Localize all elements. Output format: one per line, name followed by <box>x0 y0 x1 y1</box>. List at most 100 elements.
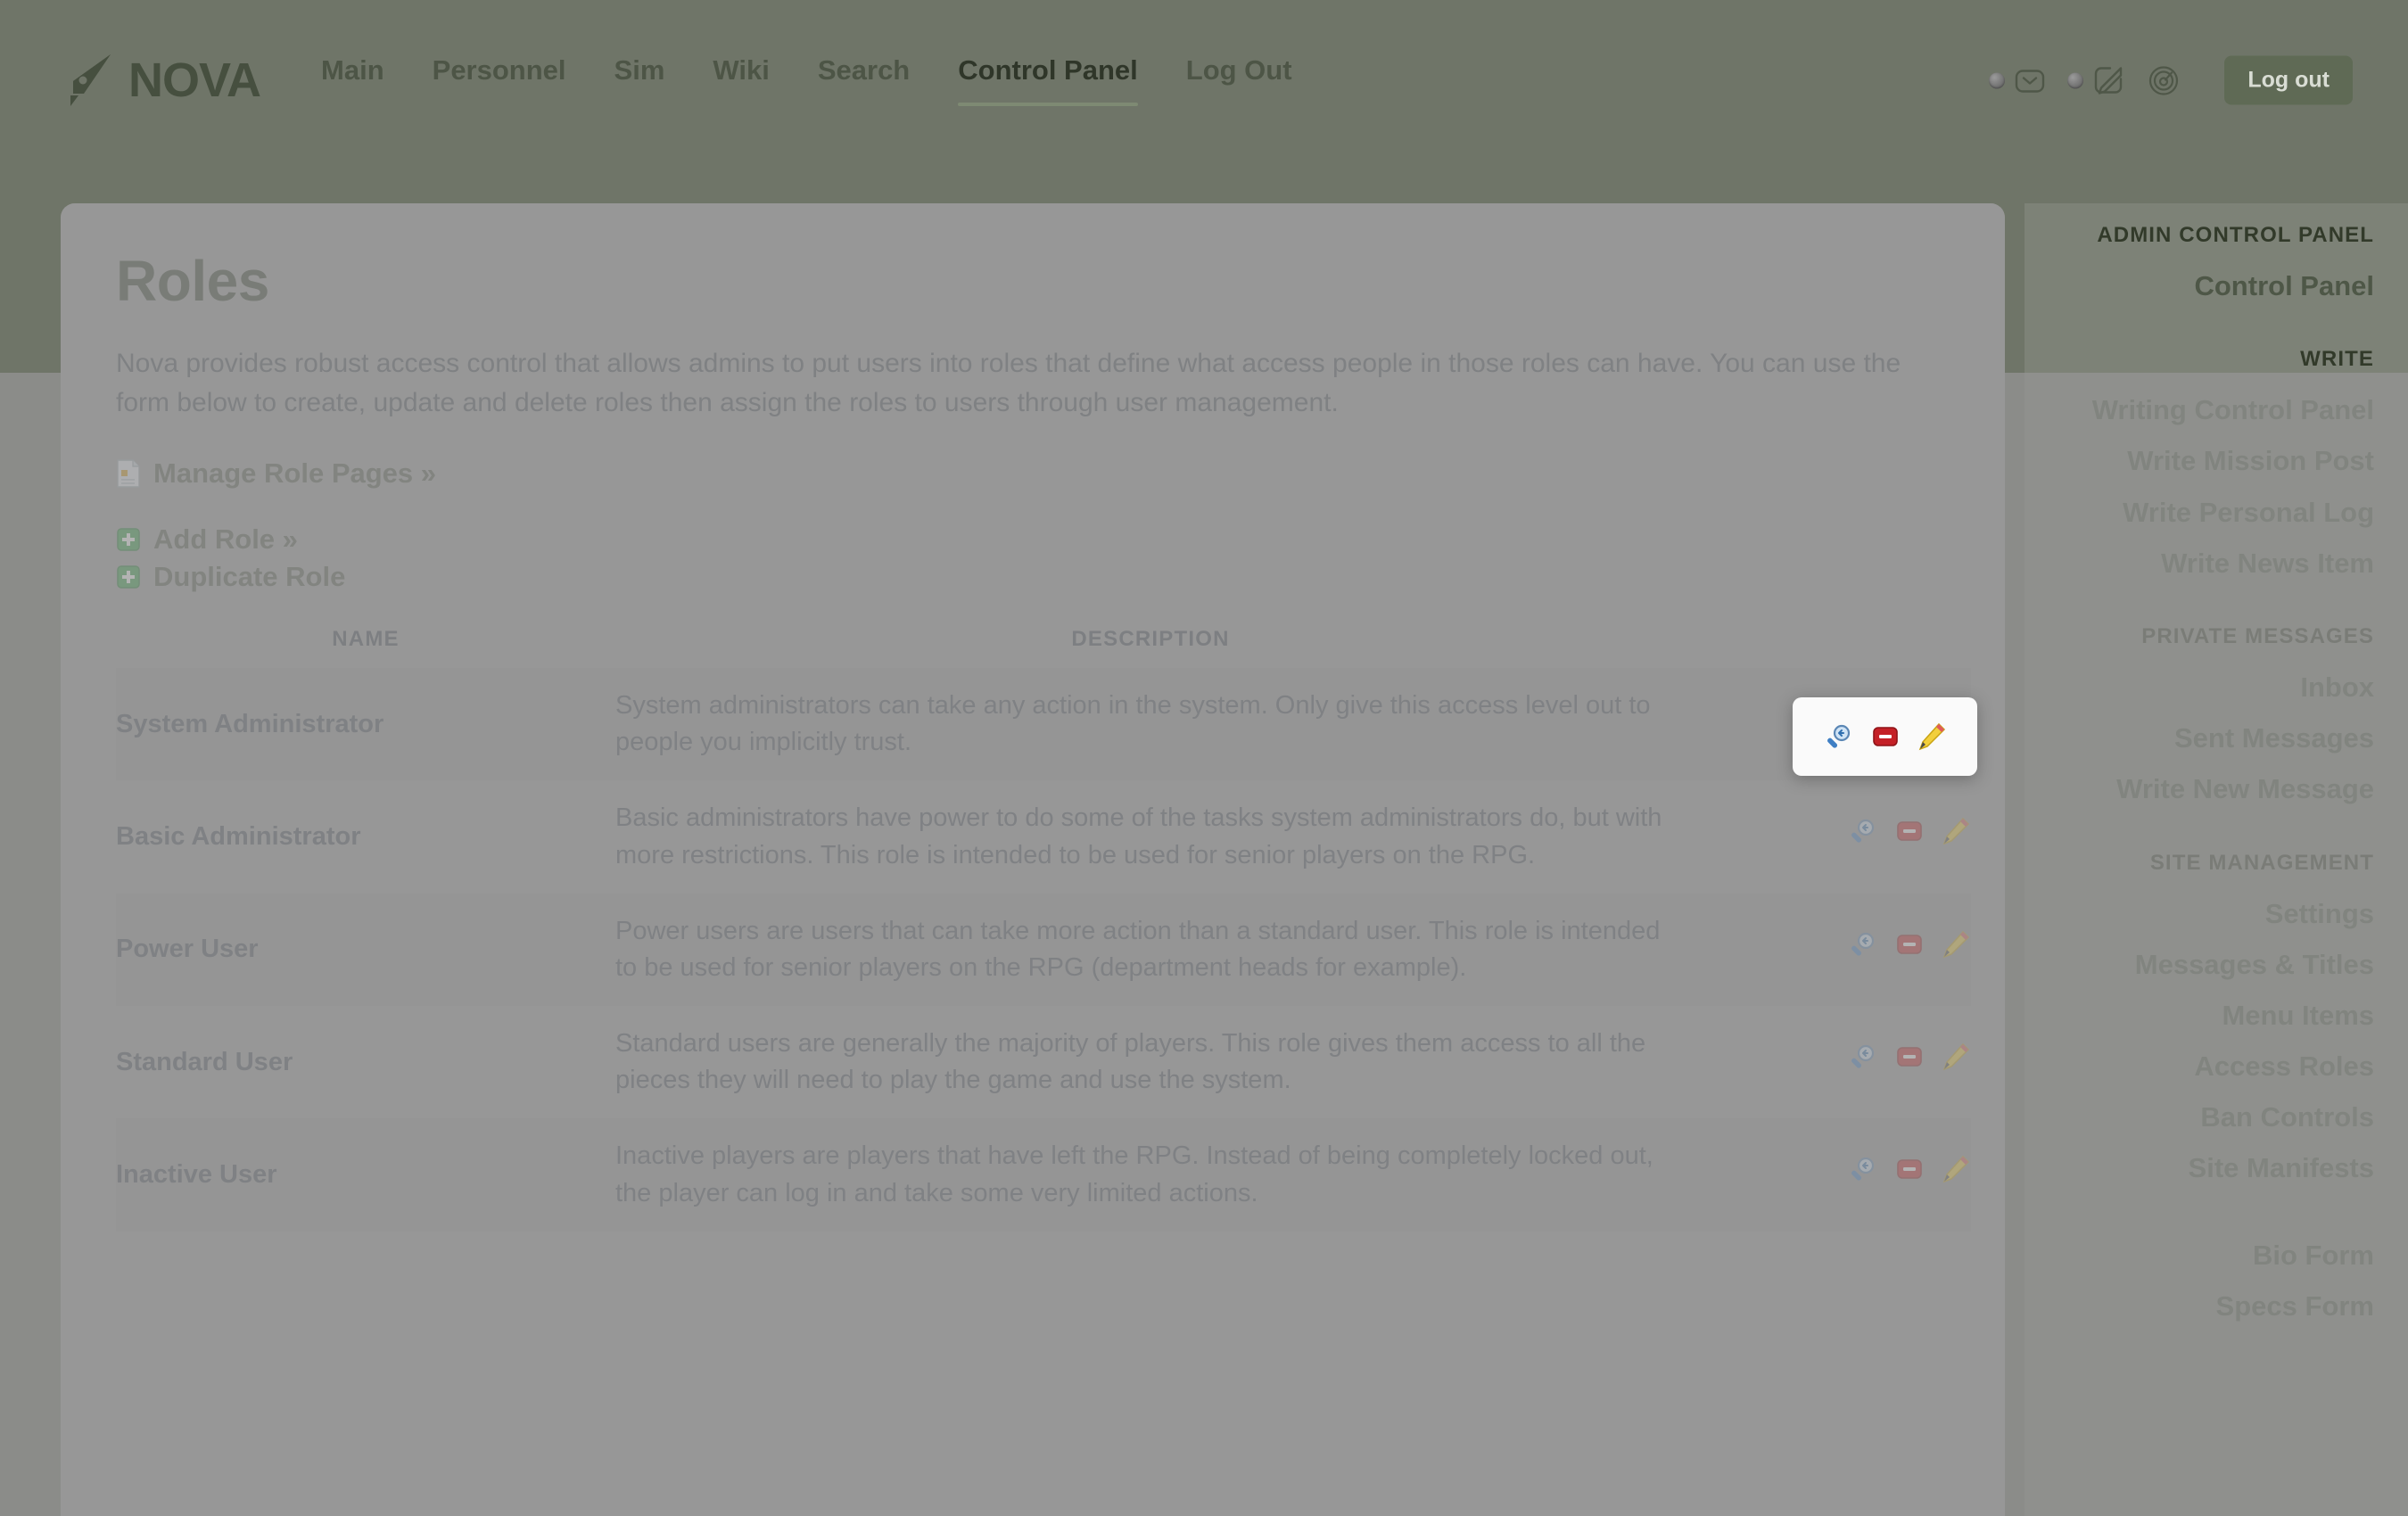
role-description: System administrators can take any actio… <box>615 668 1686 781</box>
column-header-description: DESCRIPTION <box>1071 627 1230 651</box>
sidebar-heading-write: WRITE <box>2300 347 2374 372</box>
sidebar-item-specs-form[interactable]: Specs Form <box>2025 1281 2374 1331</box>
logout-button[interactable]: Log out <box>2224 55 2353 105</box>
nav-item-log-out[interactable]: Log Out <box>1186 54 1292 106</box>
page-icon <box>116 459 141 488</box>
role-name: Inactive User <box>116 1118 615 1232</box>
view-icon[interactable] <box>1848 929 1878 960</box>
sidebar-group-admin: ADMIN CONTROL PANEL Control Panel <box>2025 223 2374 311</box>
sidebar-item-site-manifests[interactable]: Site Manifests <box>2025 1142 2374 1193</box>
view-icon[interactable] <box>1848 1042 1878 1072</box>
sidebar-group-private-messages: PRIVATE MESSAGES Inbox Sent Messages Wri… <box>2025 624 2374 815</box>
sidebar-heading-private-messages: PRIVATE MESSAGES <box>2141 623 2374 648</box>
delete-icon[interactable] <box>1894 1154 1925 1184</box>
row-action-group <box>1848 1154 1971 1184</box>
nav-item-wiki[interactable]: Wiki <box>713 54 769 106</box>
view-icon[interactable] <box>1824 721 1854 752</box>
admin-sidebar: ADMIN CONTROL PANEL Control Panel WRITE … <box>2025 203 2408 1516</box>
edit-icon[interactable] <box>1941 1154 1971 1184</box>
sidebar-heading-site-management: SITE MANAGEMENT <box>2149 850 2374 875</box>
main-content-card: Roles Nova provides robust access contro… <box>61 203 2005 1516</box>
sidebar-item-write-mission-post[interactable]: Write Mission Post <box>2025 435 2374 486</box>
role-description: Standard users are generally the majorit… <box>615 1029 1646 1095</box>
row-actions-popover <box>1793 697 1977 776</box>
radar-icon[interactable] <box>2146 62 2181 98</box>
sidebar-item-menu-items[interactable]: Menu Items <box>2025 990 2374 1041</box>
nav-item-control-panel[interactable]: Control Panel <box>958 54 1138 106</box>
delete-icon[interactable] <box>1894 816 1925 846</box>
column-header-actions <box>1686 618 1971 668</box>
row-action-group <box>1848 1042 1971 1072</box>
brand-logo[interactable]: NOVA <box>61 51 261 110</box>
view-icon[interactable] <box>1848 1154 1878 1184</box>
sidebar-item-settings[interactable]: Settings <box>2025 888 2374 939</box>
brand-name: NOVA <box>128 54 261 107</box>
page-intro-text: Nova provides robust access control that… <box>116 349 1901 417</box>
mail-badge-dot-icon <box>1989 72 2006 88</box>
sidebar-item-writing-control-panel[interactable]: Writing Control Panel <box>2025 384 2374 435</box>
table-header-row: NAME DESCRIPTION <box>116 618 1971 668</box>
roles-table-head: NAME DESCRIPTION <box>116 618 1971 668</box>
sidebar-divider-2 <box>2025 589 2374 624</box>
plus-green-icon <box>116 525 141 554</box>
roles-table-body: System Administrator System administrato… <box>116 668 1971 1232</box>
sidebar-item-bio-form[interactable]: Bio Form <box>2025 1230 2374 1281</box>
add-role-link[interactable]: Add Role » <box>116 523 1950 556</box>
role-description: Inactive players are players that have l… <box>615 1118 1686 1232</box>
page-title: Roles <box>116 249 269 313</box>
edit-icon[interactable] <box>1941 1042 1971 1072</box>
role-name: Basic Administrator <box>116 821 361 851</box>
nav-item-main[interactable]: Main <box>321 54 384 106</box>
sidebar-divider-3 <box>2025 815 2374 851</box>
delete-icon[interactable] <box>1870 721 1901 752</box>
sidebar-item-ban-controls[interactable]: Ban Controls <box>2025 1092 2374 1142</box>
site-header: NOVA Main Personnel Sim Wiki Search Cont… <box>0 0 2408 161</box>
plus-green-icon <box>116 563 141 591</box>
role-description: Power users are users that can take more… <box>615 893 1686 1007</box>
edit-icon[interactable] <box>1941 929 1971 960</box>
sidebar-item-control-panel[interactable]: Control Panel <box>2025 260 2374 311</box>
sidebar-item-messages-and-titles[interactable]: Messages & Titles <box>2025 939 2374 990</box>
mail-action[interactable] <box>1989 62 2048 98</box>
sidebar-group-forms: Bio Form Specs Form <box>2025 1230 2374 1331</box>
nav-item-sim[interactable]: Sim <box>614 54 665 106</box>
delete-icon[interactable] <box>1894 1042 1925 1072</box>
sidebar-group-site-management: SITE MANAGEMENT Settings Messages & Titl… <box>2025 851 2374 1194</box>
duplicate-role-link[interactable]: Duplicate Role <box>116 561 1950 593</box>
role-actions <box>1686 780 1971 893</box>
role-name: System Administrator <box>116 668 615 781</box>
role-actions <box>1686 893 1971 1007</box>
sidebar-item-inbox[interactable]: Inbox <box>2025 662 2374 713</box>
sidebar-group-write: WRITE Writing Control Panel Write Missio… <box>2025 347 2374 589</box>
sidebar-item-access-roles[interactable]: Access Roles <box>2025 1041 2374 1092</box>
sidebar-divider-4 <box>2025 1194 2374 1230</box>
edit-icon[interactable] <box>1941 816 1971 846</box>
manage-role-pages-link[interactable]: Manage Role Pages » <box>116 457 1950 490</box>
pencil-square-icon[interactable] <box>2091 62 2126 98</box>
table-row: Standard User Standard users are general… <box>116 1006 1971 1118</box>
table-row: Power User Power users are users that ca… <box>116 893 1971 1007</box>
role-actions <box>1686 1118 1971 1232</box>
row-action-group <box>1848 816 1971 846</box>
table-row: Basic Administrator Basic administrators… <box>116 780 1971 893</box>
write-badge-dot-icon <box>2067 72 2084 88</box>
role-name: Power User <box>116 893 615 1007</box>
mail-icon[interactable] <box>2012 62 2048 98</box>
roles-table: NAME DESCRIPTION System Administrator Sy… <box>116 618 1971 1232</box>
header-actions: Log out <box>1989 55 2353 105</box>
sidebar-item-write-personal-log[interactable]: Write Personal Log <box>2025 487 2374 538</box>
role-name: Standard User <box>116 1047 293 1076</box>
nav-item-search[interactable]: Search <box>818 54 910 106</box>
table-row: Inactive User Inactive players are playe… <box>116 1118 1971 1232</box>
write-action[interactable] <box>2067 62 2126 98</box>
view-icon[interactable] <box>1848 816 1878 846</box>
delete-icon[interactable] <box>1894 929 1925 960</box>
link-spacer <box>116 504 1950 523</box>
nav-item-personnel[interactable]: Personnel <box>433 54 566 106</box>
sidebar-heading-admin-control-panel: ADMIN CONTROL PANEL <box>2097 223 2374 247</box>
sidebar-item-write-new-message[interactable]: Write New Message <box>2025 763 2374 814</box>
sidebar-item-sent-messages[interactable]: Sent Messages <box>2025 713 2374 763</box>
sidebar-item-write-news-item[interactable]: Write News Item <box>2025 538 2374 589</box>
edit-icon[interactable] <box>1917 721 1947 752</box>
main-navigation: Main Personnel Sim Wiki Search Control P… <box>321 54 1292 106</box>
